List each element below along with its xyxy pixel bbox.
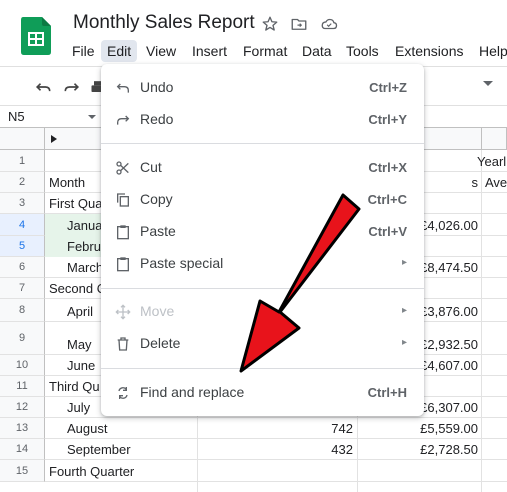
menu-separator bbox=[101, 368, 424, 369]
table-row: Fourth Quarter bbox=[45, 460, 507, 482]
menu-item-paste[interactable]: Paste Ctrl+V bbox=[101, 216, 424, 248]
row-header[interactable]: 15 bbox=[0, 460, 45, 482]
shortcut-label: Ctrl+Y bbox=[368, 112, 407, 127]
redo-icon bbox=[117, 115, 130, 125]
submenu-arrow-icon: ▸ bbox=[401, 305, 407, 316]
menu-separator bbox=[101, 288, 424, 289]
move-to-folder-icon[interactable] bbox=[290, 15, 308, 33]
menu-separator bbox=[101, 143, 424, 144]
row-header[interactable]: 5 bbox=[0, 236, 45, 257]
menu-item-cut[interactable]: Cut Ctrl+X bbox=[101, 152, 424, 184]
cell-month[interactable]: September bbox=[67, 442, 193, 457]
menu-item-label: Paste special bbox=[140, 255, 224, 271]
star-icon[interactable] bbox=[261, 15, 279, 33]
menu-item-label: Delete bbox=[140, 335, 181, 351]
menu-help[interactable]: Help bbox=[473, 40, 507, 62]
sheets-window: Monthly Sales Report File Edit View Inse… bbox=[0, 0, 507, 492]
menu-item-delete[interactable]: Delete ▸ bbox=[101, 328, 424, 360]
paste-clipboard-icon bbox=[117, 225, 129, 240]
cell-sales[interactable]: £5,559.00 bbox=[357, 421, 478, 436]
cell-month[interactable]: Fourth Quarter bbox=[49, 464, 193, 479]
menu-item-copy[interactable]: Copy Ctrl+C bbox=[101, 184, 424, 216]
move-arrows-icon bbox=[115, 304, 131, 320]
row-header[interactable]: 8 bbox=[0, 299, 45, 322]
row-header[interactable]: 14 bbox=[0, 439, 45, 460]
menu-item-label: Cut bbox=[140, 159, 162, 175]
trash-icon bbox=[117, 337, 129, 351]
column-header-d[interactable] bbox=[482, 128, 507, 150]
shortcut-label: Ctrl+Z bbox=[369, 80, 407, 95]
menu-file[interactable]: File bbox=[66, 40, 101, 62]
row-header[interactable]: 6 bbox=[0, 257, 45, 278]
table-row: August 742 £5,559.00 bbox=[45, 418, 507, 439]
find-replace-icon bbox=[118, 387, 128, 399]
menu-item-label: Move bbox=[140, 303, 175, 319]
undo-toolbar-icon[interactable] bbox=[33, 77, 53, 97]
shortcut-label: Ctrl+V bbox=[368, 224, 407, 239]
cell-average-header[interactable]: Ave bbox=[485, 175, 507, 190]
menu-data[interactable]: Data bbox=[296, 40, 338, 62]
name-box-caret-icon[interactable] bbox=[88, 115, 96, 120]
menu-item-label: Redo bbox=[140, 111, 174, 127]
row-header[interactable]: 10 bbox=[0, 355, 45, 376]
menu-item-label: Copy bbox=[140, 191, 173, 207]
document-title[interactable]: Monthly Sales Report bbox=[73, 12, 255, 34]
edit-menu-dropdown: Undo Ctrl+Z Redo Ctrl+Y Cut Ctrl+X Copy … bbox=[101, 64, 424, 416]
cell-units[interactable]: 742 bbox=[197, 421, 353, 436]
row-header[interactable]: 11 bbox=[0, 376, 45, 397]
submenu-arrow-icon: ▸ bbox=[401, 337, 407, 348]
undo-icon bbox=[116, 83, 129, 93]
table-row: September 432 £2,728.50 bbox=[45, 439, 507, 460]
cloud-status-icon[interactable] bbox=[320, 15, 338, 33]
menu-item-undo[interactable]: Undo Ctrl+Z bbox=[101, 72, 424, 104]
toolbar-caret-down-icon[interactable] bbox=[483, 81, 493, 87]
row-header[interactable]: 4 bbox=[0, 214, 45, 236]
submenu-arrow-icon: ▸ bbox=[401, 257, 407, 268]
redo-toolbar-icon[interactable] bbox=[62, 77, 82, 97]
cell-units[interactable]: 432 bbox=[197, 442, 353, 457]
row-header[interactable]: 7 bbox=[0, 278, 45, 299]
row-header[interactable]: 12 bbox=[0, 397, 45, 418]
menu-item-label: Undo bbox=[140, 79, 174, 95]
shortcut-label: Ctrl+C bbox=[367, 192, 407, 207]
menu-extensions[interactable]: Extensions bbox=[389, 40, 469, 62]
scissors-icon bbox=[116, 161, 129, 175]
row-header[interactable]: 9 bbox=[0, 322, 45, 355]
select-all-corner[interactable] bbox=[0, 128, 45, 150]
menu-item-move: Move ▸ bbox=[101, 296, 424, 328]
row-header[interactable]: 3 bbox=[0, 193, 45, 214]
row-header[interactable]: 1 bbox=[0, 150, 45, 172]
copy-icon bbox=[117, 193, 129, 207]
cell-sales[interactable]: £2,728.50 bbox=[357, 442, 478, 457]
menu-tools[interactable]: Tools bbox=[340, 40, 385, 62]
menu-insert[interactable]: Insert bbox=[186, 40, 233, 62]
menu-edit[interactable]: Edit bbox=[101, 40, 138, 62]
shortcut-label: Ctrl+X bbox=[368, 160, 407, 175]
paste-special-clipboard-icon bbox=[117, 257, 129, 272]
menu-item-paste-special[interactable]: Paste special ▸ bbox=[101, 248, 424, 280]
sheets-logo-icon[interactable] bbox=[21, 17, 51, 55]
menu-item-label: Paste bbox=[140, 223, 176, 239]
name-box[interactable]: N5 bbox=[8, 109, 25, 124]
menu-item-find-and-replace[interactable]: Find and replace Ctrl+H bbox=[101, 377, 424, 409]
menu-item-redo[interactable]: Redo Ctrl+Y bbox=[101, 104, 424, 136]
cell-yearly-header[interactable]: Yearl bbox=[477, 154, 507, 169]
menu-view[interactable]: View bbox=[140, 40, 182, 62]
row-header[interactable]: 13 bbox=[0, 418, 45, 439]
menu-format[interactable]: Format bbox=[237, 40, 293, 62]
menu-item-label: Find and replace bbox=[140, 384, 245, 400]
row-header[interactable]: 2 bbox=[0, 172, 45, 193]
shortcut-label: Ctrl+H bbox=[367, 385, 407, 400]
cell-month[interactable]: August bbox=[67, 421, 193, 436]
expand-arrow-icon[interactable] bbox=[51, 135, 57, 143]
